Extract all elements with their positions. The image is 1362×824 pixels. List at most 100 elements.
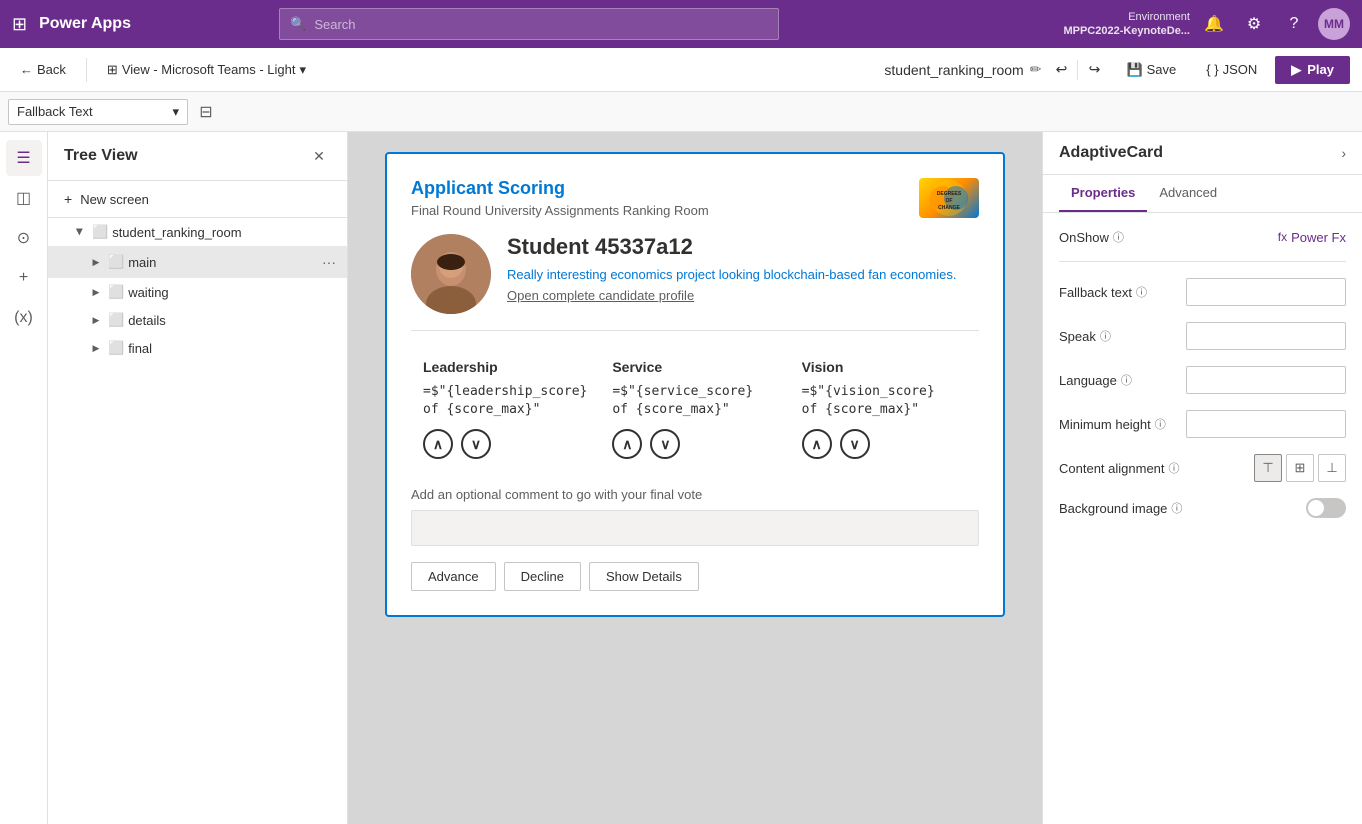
property-speak: Speak ⓘ — [1059, 322, 1346, 350]
tree-item-root[interactable]: ▶ ⬜ student_ranking_room — [48, 218, 347, 246]
min-height-label: Minimum height ⓘ — [1059, 416, 1166, 432]
min-height-info-icon[interactable]: ⓘ — [1155, 416, 1166, 432]
score-down-vision[interactable]: ∨ — [840, 429, 870, 459]
speak-info-icon[interactable]: ⓘ — [1100, 328, 1111, 344]
score-up-vision[interactable]: ∧ — [802, 429, 832, 459]
canvas-area[interactable]: Applicant Scoring Final Round University… — [348, 132, 1042, 824]
on-show-info-icon[interactable]: ⓘ — [1113, 229, 1124, 245]
min-height-input[interactable] — [1186, 410, 1346, 438]
play-button[interactable]: ▶ Play — [1275, 56, 1350, 84]
bg-image-toggle[interactable] — [1306, 498, 1346, 518]
property-min-height: Minimum height ⓘ — [1059, 410, 1346, 438]
notifications-button[interactable]: 🔔 — [1198, 8, 1230, 40]
new-screen-item[interactable]: + New screen — [48, 181, 347, 218]
help-button[interactable]: ? — [1278, 8, 1310, 40]
fallback-text-input[interactable] — [1186, 278, 1346, 306]
score-down-service[interactable]: ∨ — [650, 429, 680, 459]
toggle-knob — [1308, 500, 1324, 516]
svg-text:DEGREES: DEGREES — [936, 191, 961, 197]
screen-dropdown[interactable]: Fallback Text ▾ — [8, 99, 188, 125]
right-panel-header: AdaptiveCard › — [1043, 132, 1362, 175]
card-scores-row: Leadership =$"{leadership_score}of {scor… — [411, 351, 979, 467]
sidebar-plus-icon[interactable]: + — [6, 260, 42, 296]
fallback-label: Fallback text ⓘ — [1059, 284, 1147, 300]
main-more-button[interactable]: ··· — [319, 252, 339, 272]
screen-icon: ⬜ — [92, 224, 108, 240]
sidebar-variable-icon[interactable]: (x) — [6, 300, 42, 336]
top-nav: ⊞ Power Apps 🔍 Environment MPPC2022-Keyn… — [0, 0, 1362, 48]
align-middle-button[interactable]: ⊞ — [1286, 454, 1314, 482]
play-icon: ▶ — [1291, 62, 1301, 78]
toolbar-right: student_ranking_room ✏ ↩ ↪ 💾 Save { } JS… — [884, 56, 1350, 84]
score-up-leadership[interactable]: ∧ — [423, 429, 453, 459]
tree-item-final[interactable]: ▶ ⬜ final — [48, 334, 347, 362]
tree-item-waiting[interactable]: ▶ ⬜ waiting — [48, 278, 347, 306]
property-on-show: OnShow ⓘ fx Power Fx — [1059, 229, 1346, 245]
right-panel-tabs: Properties Advanced — [1043, 175, 1362, 213]
tree-title: Tree View — [64, 147, 138, 165]
advance-button[interactable]: Advance — [411, 562, 496, 591]
main-expand-button[interactable]: ▶ — [88, 254, 104, 270]
speak-input[interactable] — [1186, 322, 1346, 350]
environment-info: Environment MPPC2022-KeynoteDe... — [1063, 10, 1190, 39]
language-label: Language ⓘ — [1059, 372, 1132, 388]
view-dropdown[interactable]: ⊞ View - Microsoft Teams - Light ▾ — [99, 58, 314, 82]
edit-icon[interactable]: ✏ — [1030, 61, 1042, 78]
user-avatar[interactable]: MM — [1318, 8, 1350, 40]
right-panel-expand-button[interactable]: › — [1341, 145, 1346, 161]
waiting-expand-button[interactable]: ▶ — [88, 284, 104, 300]
on-show-value[interactable]: fx Power Fx — [1278, 230, 1346, 245]
undo-button[interactable]: ↩ — [1047, 56, 1075, 84]
final-expand-button[interactable]: ▶ — [88, 340, 104, 356]
score-col-leadership: Leadership =$"{leadership_score}of {scor… — [411, 351, 600, 467]
content-align-label: Content alignment ⓘ — [1059, 460, 1180, 476]
score-col-vision: Vision =$"{vision_score}of {score_max}" … — [790, 351, 979, 467]
student-desc: Really interesting economics project loo… — [507, 266, 979, 284]
language-input[interactable] — [1186, 366, 1346, 394]
save-button[interactable]: 💾 Save — [1114, 58, 1188, 82]
right-panel: AdaptiveCard › Properties Advanced OnSho… — [1042, 132, 1362, 824]
language-info-icon[interactable]: ⓘ — [1121, 372, 1132, 388]
search-bar[interactable]: 🔍 — [279, 8, 779, 40]
tree-close-button[interactable]: ✕ — [307, 144, 331, 168]
property-fallback: Fallback text ⓘ — [1059, 278, 1346, 306]
layout-toggle-button[interactable]: ⊟ — [192, 98, 220, 126]
chevron-down-icon: ▾ — [299, 62, 306, 78]
tab-advanced[interactable]: Advanced — [1147, 175, 1229, 212]
json-icon: { } — [1206, 62, 1218, 77]
save-icon: 💾 — [1126, 62, 1142, 78]
sidebar-menu-icon[interactable]: ☰ — [6, 140, 42, 176]
content-align-info-icon[interactable]: ⓘ — [1169, 460, 1180, 476]
profile-link[interactable]: Open complete candidate profile — [507, 288, 979, 303]
sidebar-layers-icon[interactable]: ◫ — [6, 180, 42, 216]
comment-input[interactable] — [411, 510, 979, 546]
right-panel-content: OnShow ⓘ fx Power Fx Fallback text ⓘ — [1043, 213, 1362, 824]
decline-button[interactable]: Decline — [504, 562, 581, 591]
fallback-info-icon[interactable]: ⓘ — [1136, 284, 1147, 300]
align-top-button[interactable]: ⊤ — [1254, 454, 1282, 482]
redo-button[interactable]: ↪ — [1080, 56, 1108, 84]
tree-header: Tree View ✕ — [48, 132, 347, 181]
grid-icon[interactable]: ⊞ — [12, 14, 27, 35]
align-bottom-button[interactable]: ⊥ — [1318, 454, 1346, 482]
tree-items: ▶ ⬜ student_ranking_room ▶ ⬜ main ··· ▶ … — [48, 218, 347, 824]
top-nav-right: Environment MPPC2022-KeynoteDe... 🔔 ⚙ ? … — [1063, 8, 1350, 40]
speak-label: Speak ⓘ — [1059, 328, 1111, 344]
score-down-leadership[interactable]: ∨ — [461, 429, 491, 459]
root-expand-button[interactable]: ▶ — [72, 224, 88, 240]
details-expand-button[interactable]: ▶ — [88, 312, 104, 328]
search-input[interactable] — [314, 17, 768, 32]
waiting-screen-icon: ⬜ — [108, 284, 124, 300]
score-up-service[interactable]: ∧ — [612, 429, 642, 459]
settings-button[interactable]: ⚙ — [1238, 8, 1270, 40]
tree-item-main[interactable]: ▶ ⬜ main ··· — [48, 246, 347, 278]
json-button[interactable]: { } JSON — [1194, 58, 1269, 81]
tab-properties[interactable]: Properties — [1059, 175, 1147, 212]
bg-image-info-icon[interactable]: ⓘ — [1171, 500, 1182, 516]
card-logo: DEGREES OF CHANGE — [919, 178, 979, 218]
score-col-service: Service =$"{service_score}of {score_max}… — [600, 351, 789, 467]
sidebar-data-icon[interactable]: ⊙ — [6, 220, 42, 256]
show-details-button[interactable]: Show Details — [589, 562, 699, 591]
tree-item-details[interactable]: ▶ ⬜ details — [48, 306, 347, 334]
back-button[interactable]: ← Back — [12, 58, 74, 81]
